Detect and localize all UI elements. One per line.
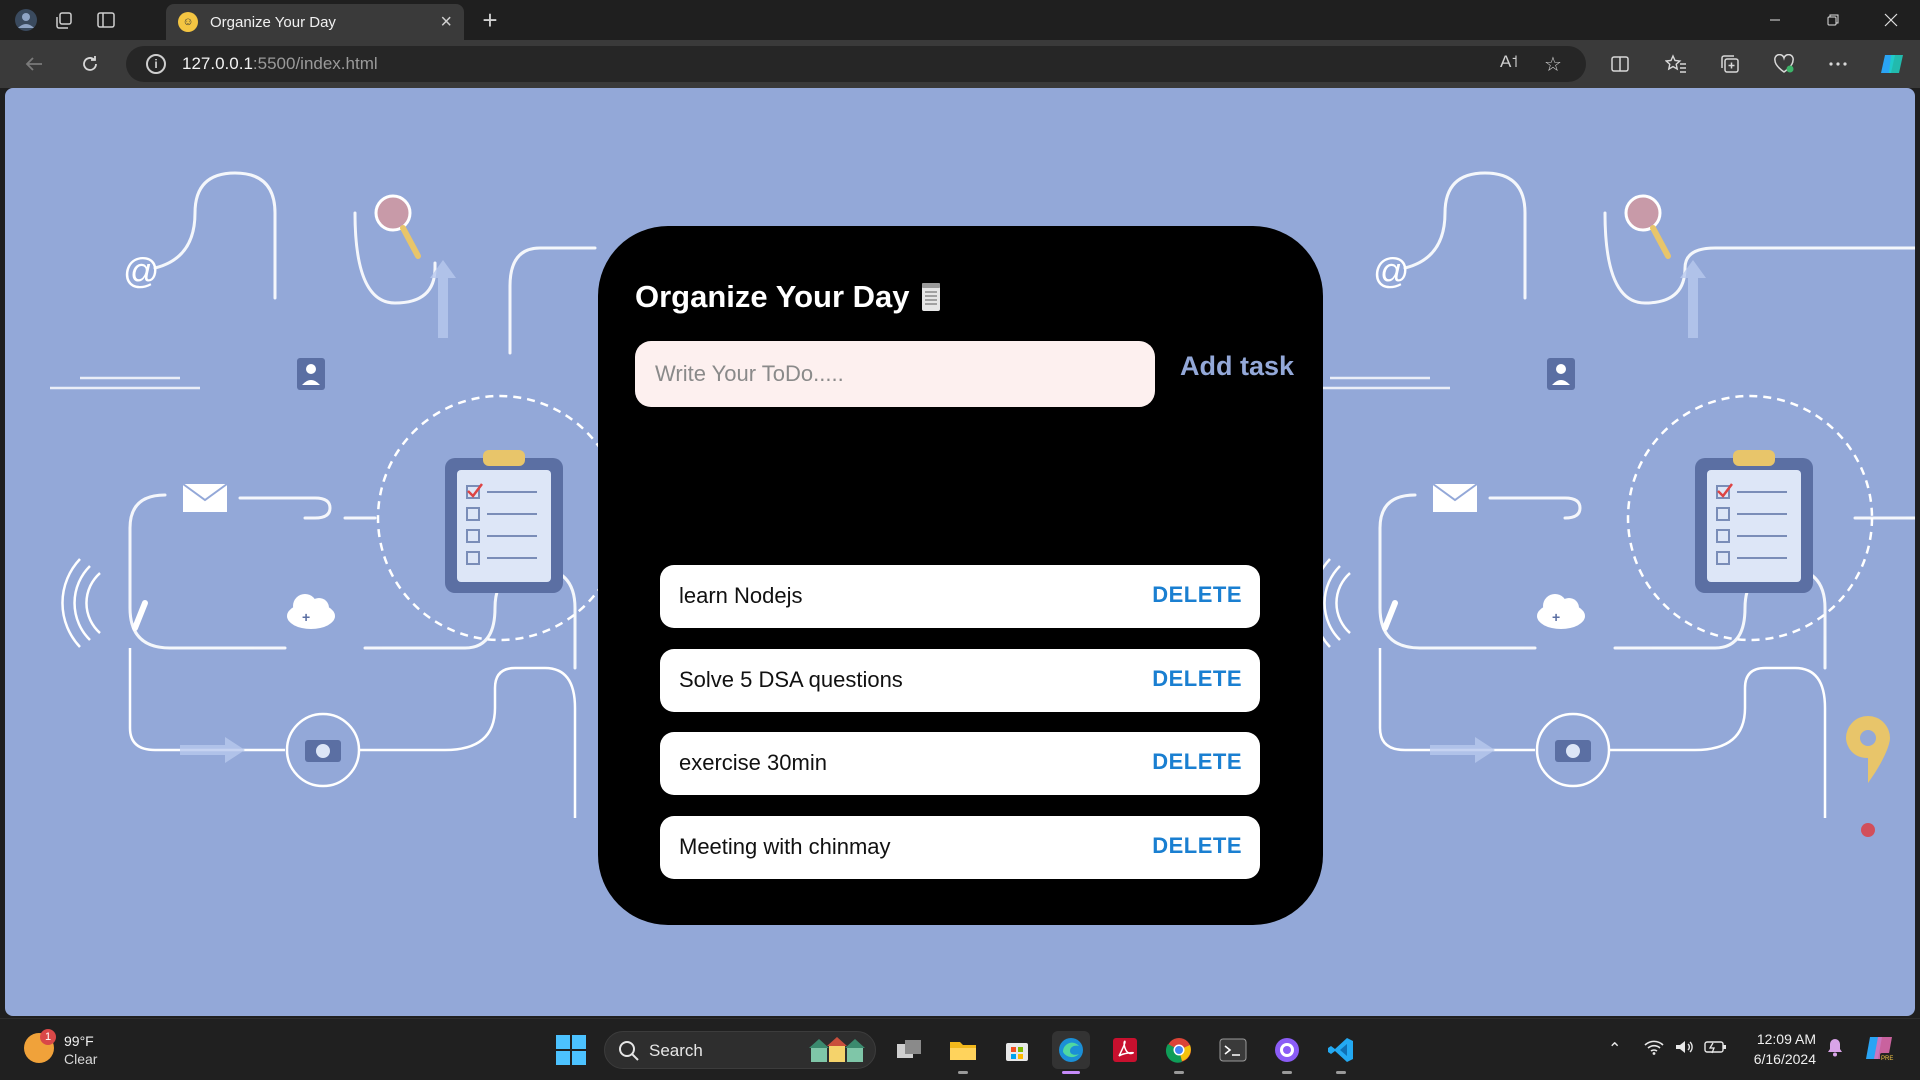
search-label: Search [649,1041,703,1060]
svg-text:+: + [1552,609,1560,625]
tab-organize-your-day[interactable]: ☺ Organize Your Day × [166,4,464,40]
info-icon[interactable]: i [146,54,166,74]
svg-text:PRE: PRE [1881,1056,1893,1062]
acrobat-icon[interactable] [1106,1031,1144,1069]
delete-task-button[interactable]: DELETE [1152,749,1242,775]
notepad-icon [922,283,940,311]
notification-bell-icon[interactable] [1826,1037,1844,1062]
microsoft-store-icon[interactable] [998,1031,1036,1069]
vertical-tabs-icon[interactable] [92,6,120,34]
tab-close-button[interactable]: × [440,11,452,34]
read-aloud-icon[interactable]: A˦ [1500,52,1518,72]
todo-input[interactable] [635,341,1155,407]
page-viewport: @ @ + + Organize Your Day Write Your ToD… [5,88,1915,1016]
notification-badge: 1 [40,1029,56,1045]
address-bar[interactable]: i 127.0.0.1 :5500/index.html A˦ ☆ [126,46,1586,82]
more-icon[interactable] [1824,50,1852,78]
volume-icon[interactable] [1674,1039,1694,1060]
task-text: learn Nodejs [679,583,803,608]
chrome-icon[interactable] [1160,1031,1198,1074]
task-item: Meeting with chinmay DELETE [660,816,1260,879]
tab-actions-icon[interactable] [50,6,78,34]
weather-condition: Clear [64,1051,98,1067]
task-item: exercise 30min DELETE [660,732,1260,795]
profile-icon[interactable] [12,6,40,34]
github-desktop-icon[interactable] [1268,1031,1306,1074]
weather-widget[interactable]: 1 99°F Clear [24,1029,134,1071]
favorite-star-icon[interactable]: ☆ [1544,52,1562,77]
wifi-icon[interactable] [1644,1039,1664,1060]
vscode-icon[interactable] [1322,1031,1360,1074]
windows-taskbar: 1 99°F Clear Search ⌃ 12:09 AM 6/16/2024… [0,1018,1920,1080]
clock-date[interactable]: 6/16/2024 [1740,1051,1816,1067]
app-title: Organize Your Day [635,279,910,314]
delete-task-button[interactable]: DELETE [1152,666,1242,692]
favorites-icon[interactable] [1662,50,1690,78]
tab-favicon-icon: ☺ [178,12,198,32]
task-item: Solve 5 DSA questions DELETE [660,649,1260,712]
delete-task-button[interactable]: DELETE [1152,833,1242,859]
search-icon [619,1041,639,1061]
task-view-icon[interactable] [890,1031,928,1069]
task-item: learn Nodejs DELETE [660,565,1260,628]
svg-text:@: @ [1373,250,1410,291]
edge-browser-icon[interactable] [1052,1031,1090,1074]
task-text: exercise 30min [679,750,827,775]
url-host: 127.0.0.1 [182,54,253,73]
refresh-icon[interactable] [76,50,104,78]
todo-card: Organize Your Day Add task learn Nodejs … [598,226,1323,925]
back-icon[interactable] [20,50,48,78]
split-screen-icon[interactable] [1606,50,1634,78]
show-hidden-icons-icon[interactable]: ⌃ [1608,1039,1621,1059]
browser-titlebar: ☺ Organize Your Day × + [0,0,1920,40]
delete-task-button[interactable]: DELETE [1152,582,1242,608]
search-highlight-icon [809,1037,865,1062]
taskbar-search[interactable]: Search [604,1031,876,1069]
task-text: Solve 5 DSA questions [679,667,903,692]
file-explorer-icon[interactable] [944,1031,982,1074]
task-text: Meeting with chinmay [679,834,891,859]
close-icon[interactable] [1868,4,1914,36]
tab-title: Organize Your Day [210,13,336,31]
start-button[interactable] [556,1035,586,1065]
battery-icon[interactable] [1704,1039,1728,1060]
collections-icon[interactable] [1716,50,1744,78]
copilot-icon[interactable] [1878,50,1906,78]
copilot-taskbar-icon[interactable]: PRE [1864,1033,1894,1068]
weather-temperature: 99°F [64,1033,94,1049]
new-tab-button[interactable]: + [476,5,504,35]
browser-essentials-icon[interactable] [1770,50,1798,78]
add-task-button[interactable]: Add task [1180,351,1294,382]
svg-text:+: + [302,609,310,625]
restore-icon[interactable] [1810,4,1856,36]
svg-text:@: @ [123,250,160,291]
clock-time[interactable]: 12:09 AM [1750,1031,1816,1047]
browser-toolbar: i 127.0.0.1 :5500/index.html A˦ ☆ [0,40,1920,88]
minimize-icon[interactable] [1752,4,1798,36]
url-path: :5500/index.html [252,54,378,73]
terminal-icon[interactable] [1214,1031,1252,1069]
